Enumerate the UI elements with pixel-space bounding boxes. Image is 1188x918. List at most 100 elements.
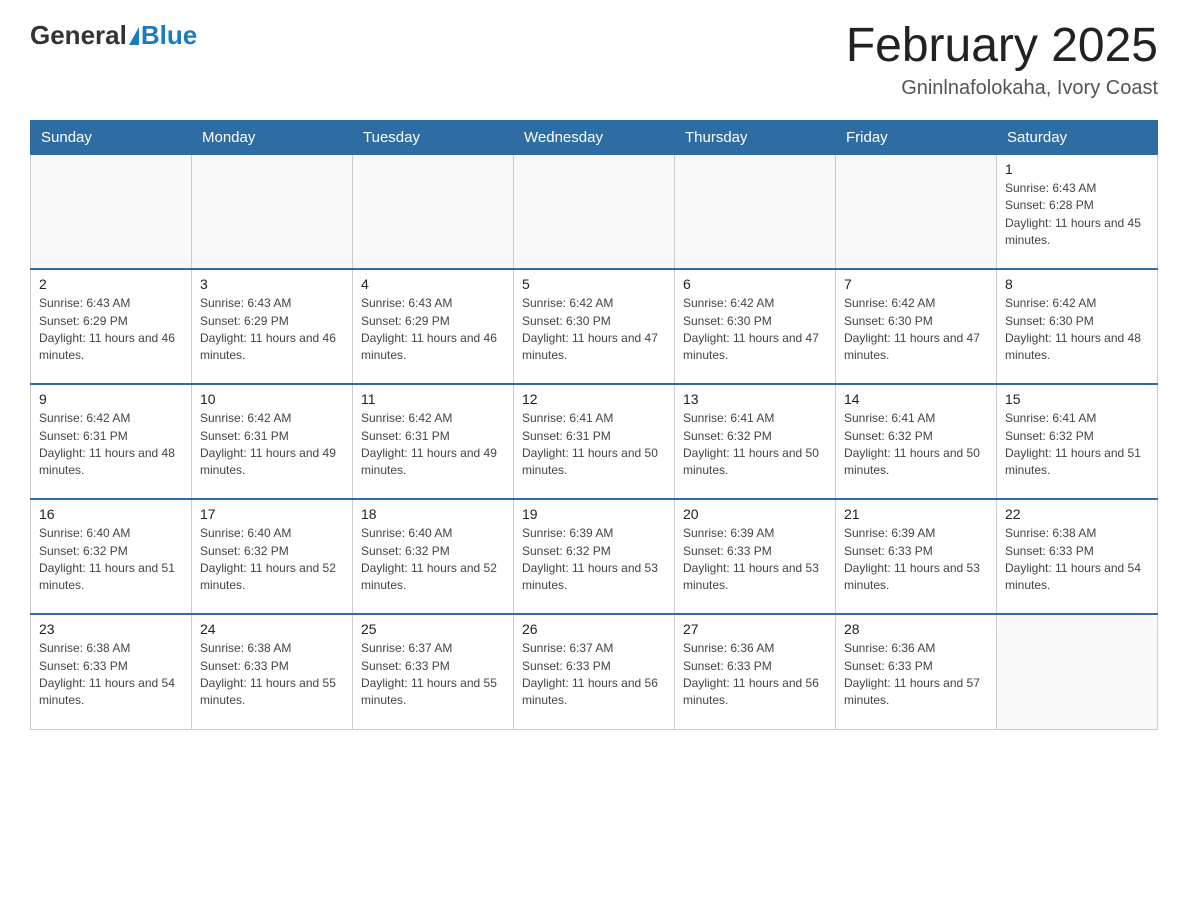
calendar-day-cell: 10 Sunrise: 6:42 AMSunset: 6:31 PMDayligh… <box>192 384 353 499</box>
day-info: Sunrise: 6:42 AMSunset: 6:30 PMDaylight:… <box>1005 295 1149 365</box>
day-number: 13 <box>683 391 827 407</box>
day-number: 22 <box>1005 506 1149 522</box>
calendar-day-cell: 25 Sunrise: 6:37 AMSunset: 6:33 PMDayligh… <box>353 614 514 729</box>
logo-blue-text: Blue <box>141 20 197 51</box>
calendar-week-row: 16 Sunrise: 6:40 AMSunset: 6:32 PMDayligh… <box>31 499 1158 614</box>
day-info: Sunrise: 6:41 AMSunset: 6:32 PMDaylight:… <box>683 410 827 480</box>
day-number: 9 <box>39 391 183 407</box>
calendar-week-row: 23 Sunrise: 6:38 AMSunset: 6:33 PMDayligh… <box>31 614 1158 729</box>
day-info: Sunrise: 6:39 AMSunset: 6:33 PMDaylight:… <box>844 525 988 595</box>
day-number: 1 <box>1005 161 1149 177</box>
day-number: 14 <box>844 391 988 407</box>
calendar-day-cell: 17 Sunrise: 6:40 AMSunset: 6:32 PMDayligh… <box>192 499 353 614</box>
day-info: Sunrise: 6:37 AMSunset: 6:33 PMDaylight:… <box>361 640 505 710</box>
column-header-saturday: Saturday <box>997 120 1158 154</box>
calendar-day-cell: 13 Sunrise: 6:41 AMSunset: 6:32 PMDayligh… <box>675 384 836 499</box>
day-info: Sunrise: 6:43 AMSunset: 6:29 PMDaylight:… <box>200 295 344 365</box>
column-header-sunday: Sunday <box>31 120 192 154</box>
calendar-day-cell <box>997 614 1158 729</box>
day-number: 26 <box>522 621 666 637</box>
calendar-day-cell <box>514 154 675 269</box>
calendar-day-cell: 27 Sunrise: 6:36 AMSunset: 6:33 PMDayligh… <box>675 614 836 729</box>
calendar-header-row: SundayMondayTuesdayWednesdayThursdayFrid… <box>31 120 1158 154</box>
day-number: 12 <box>522 391 666 407</box>
logo-triangle-icon <box>129 27 139 45</box>
calendar-day-cell: 18 Sunrise: 6:40 AMSunset: 6:32 PMDayligh… <box>353 499 514 614</box>
day-number: 27 <box>683 621 827 637</box>
calendar-day-cell: 12 Sunrise: 6:41 AMSunset: 6:31 PMDayligh… <box>514 384 675 499</box>
day-info: Sunrise: 6:39 AMSunset: 6:33 PMDaylight:… <box>683 525 827 595</box>
calendar-day-cell: 3 Sunrise: 6:43 AMSunset: 6:29 PMDaylight… <box>192 269 353 384</box>
day-number: 24 <box>200 621 344 637</box>
month-year-title: February 2025 <box>846 20 1158 73</box>
calendar-day-cell: 6Sunrise: 6:42 AMSunset: 6:30 PMDaylight… <box>675 269 836 384</box>
calendar-week-row: 2 Sunrise: 6:43 AMSunset: 6:29 PMDaylight… <box>31 269 1158 384</box>
day-number: 7 <box>844 276 988 292</box>
column-header-thursday: Thursday <box>675 120 836 154</box>
day-number: 2 <box>39 276 183 292</box>
day-number: 15 <box>1005 391 1149 407</box>
calendar-day-cell: 15 Sunrise: 6:41 AMSunset: 6:32 PMDayligh… <box>997 384 1158 499</box>
day-number: 16 <box>39 506 183 522</box>
day-number: 18 <box>361 506 505 522</box>
calendar-week-row: 9 Sunrise: 6:42 AMSunset: 6:31 PMDaylight… <box>31 384 1158 499</box>
day-info: Sunrise: 6:42 AMSunset: 6:30 PMDaylight:… <box>844 295 988 365</box>
day-info: Sunrise: 6:39 AMSunset: 6:32 PMDaylight:… <box>522 525 666 595</box>
column-header-monday: Monday <box>192 120 353 154</box>
day-info: Sunrise: 6:40 AMSunset: 6:32 PMDaylight:… <box>200 525 344 595</box>
page-header: General Blue February 2025 Gninlnafoloka… <box>30 20 1158 100</box>
calendar-day-cell: 2 Sunrise: 6:43 AMSunset: 6:29 PMDaylight… <box>31 269 192 384</box>
day-info: Sunrise: 6:38 AMSunset: 6:33 PMDaylight:… <box>39 640 183 710</box>
day-info: Sunrise: 6:43 AMSunset: 6:28 PMDaylight:… <box>1005 180 1149 250</box>
day-number: 6 <box>683 276 827 292</box>
calendar-day-cell: 21 Sunrise: 6:39 AMSunset: 6:33 PMDayligh… <box>836 499 997 614</box>
day-info: Sunrise: 6:42 AMSunset: 6:31 PMDaylight:… <box>39 410 183 480</box>
location-subtitle: Gninlnafolokaha, Ivory Coast <box>846 77 1158 100</box>
calendar-day-cell: 4Sunrise: 6:43 AMSunset: 6:29 PMDaylight… <box>353 269 514 384</box>
calendar-day-cell: 1 Sunrise: 6:43 AMSunset: 6:28 PMDaylight… <box>997 154 1158 269</box>
day-number: 19 <box>522 506 666 522</box>
calendar-day-cell: 14 Sunrise: 6:41 AMSunset: 6:32 PMDayligh… <box>836 384 997 499</box>
day-number: 25 <box>361 621 505 637</box>
day-info: Sunrise: 6:38 AMSunset: 6:33 PMDaylight:… <box>200 640 344 710</box>
day-info: Sunrise: 6:38 AMSunset: 6:33 PMDaylight:… <box>1005 525 1149 595</box>
day-info: Sunrise: 6:40 AMSunset: 6:32 PMDaylight:… <box>361 525 505 595</box>
calendar-day-cell <box>836 154 997 269</box>
calendar-day-cell <box>353 154 514 269</box>
day-info: Sunrise: 6:42 AMSunset: 6:31 PMDaylight:… <box>200 410 344 480</box>
column-header-tuesday: Tuesday <box>353 120 514 154</box>
calendar-day-cell: 7 Sunrise: 6:42 AMSunset: 6:30 PMDaylight… <box>836 269 997 384</box>
calendar-week-row: 1 Sunrise: 6:43 AMSunset: 6:28 PMDaylight… <box>31 154 1158 269</box>
day-number: 10 <box>200 391 344 407</box>
day-info: Sunrise: 6:41 AMSunset: 6:31 PMDaylight:… <box>522 410 666 480</box>
day-number: 11 <box>361 391 505 407</box>
calendar-day-cell: 19 Sunrise: 6:39 AMSunset: 6:32 PMDayligh… <box>514 499 675 614</box>
day-info: Sunrise: 6:43 AMSunset: 6:29 PMDaylight:… <box>361 295 505 365</box>
day-number: 8 <box>1005 276 1149 292</box>
calendar-day-cell: 20 Sunrise: 6:39 AMSunset: 6:33 PMDayligh… <box>675 499 836 614</box>
day-info: Sunrise: 6:40 AMSunset: 6:32 PMDaylight:… <box>39 525 183 595</box>
day-info: Sunrise: 6:41 AMSunset: 6:32 PMDaylight:… <box>1005 410 1149 480</box>
day-number: 17 <box>200 506 344 522</box>
calendar-day-cell <box>192 154 353 269</box>
day-number: 23 <box>39 621 183 637</box>
calendar-day-cell: 24 Sunrise: 6:38 AMSunset: 6:33 PMDayligh… <box>192 614 353 729</box>
day-info: Sunrise: 6:36 AMSunset: 6:33 PMDaylight:… <box>683 640 827 710</box>
calendar-day-cell: 9 Sunrise: 6:42 AMSunset: 6:31 PMDaylight… <box>31 384 192 499</box>
calendar-day-cell: 5 Sunrise: 6:42 AMSunset: 6:30 PMDaylight… <box>514 269 675 384</box>
day-info: Sunrise: 6:41 AMSunset: 6:32 PMDaylight:… <box>844 410 988 480</box>
day-info: Sunrise: 6:43 AMSunset: 6:29 PMDaylight:… <box>39 295 183 365</box>
logo: General Blue <box>30 20 197 51</box>
calendar-day-cell <box>31 154 192 269</box>
day-number: 5 <box>522 276 666 292</box>
day-info: Sunrise: 6:42 AMSunset: 6:30 PMDaylight:… <box>522 295 666 365</box>
day-info: Sunrise: 6:37 AMSunset: 6:33 PMDaylight:… <box>522 640 666 710</box>
day-number: 21 <box>844 506 988 522</box>
calendar-day-cell: 11Sunrise: 6:42 AMSunset: 6:31 PMDayligh… <box>353 384 514 499</box>
day-number: 28 <box>844 621 988 637</box>
day-number: 20 <box>683 506 827 522</box>
column-header-wednesday: Wednesday <box>514 120 675 154</box>
calendar-day-cell: 16 Sunrise: 6:40 AMSunset: 6:32 PMDayligh… <box>31 499 192 614</box>
day-number: 3 <box>200 276 344 292</box>
calendar-day-cell: 22 Sunrise: 6:38 AMSunset: 6:33 PMDayligh… <box>997 499 1158 614</box>
